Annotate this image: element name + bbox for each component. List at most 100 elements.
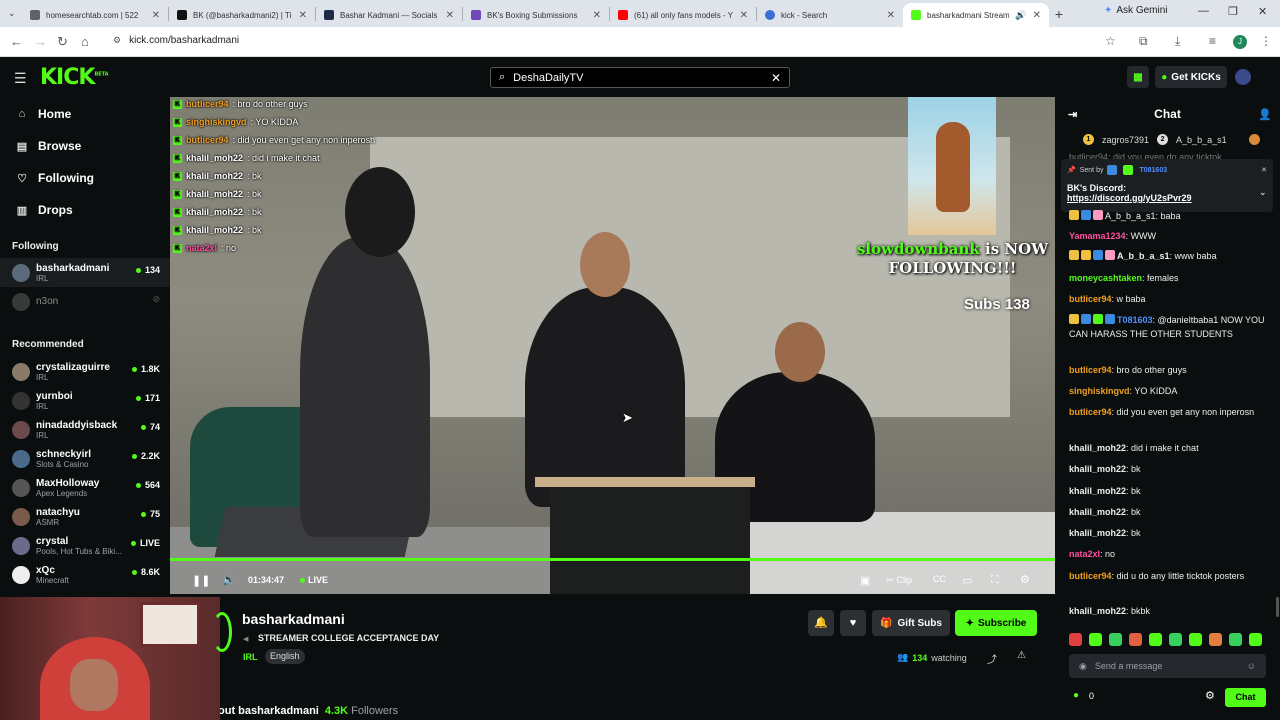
back-icon[interactable]: ← [10,34,23,49]
download-icon[interactable]: ⤓ [1175,34,1180,49]
browser-tab[interactable]: BK's Boxing Submissions ✕ [463,3,609,27]
live-indicator[interactable]: LIVE [300,575,328,585]
kick-logo[interactable]: KICKBETA [40,65,109,90]
captions-icon[interactable]: CC [933,574,946,584]
chat-settings-icon[interactable]: ⚙ [1205,689,1215,702]
forward-icon[interactable]: → [34,34,47,49]
recommended-channel[interactable]: ninadaddyisback IRL 74 [0,415,170,444]
gift-subs-button[interactable]: 🎁 Gift Subs [872,610,950,636]
recommended-channel[interactable]: schneckyirl Slots & Casino 2.2K [0,444,170,473]
leader-name[interactable]: zagros7391 [1102,135,1149,145]
unpin-icon[interactable]: ✕ [1261,166,1267,174]
site-info-icon[interactable]: ⚙ [113,35,121,46]
following-channel[interactable]: n3on ⊘ [0,287,170,316]
video-progress-bar[interactable] [170,558,1055,561]
emote-icon[interactable] [1109,633,1122,646]
chat-users-icon[interactable]: 👤 [1258,108,1272,121]
settings-gear-icon[interactable]: ⚙ [1020,573,1030,586]
channel-title[interactable]: basharkadmani [242,611,345,627]
get-kicks-button[interactable]: ● Get KICKs [1155,66,1227,88]
browser-tab[interactable]: homesearchtab.com | 522 ✕ [22,3,168,27]
kicks-balance-icon[interactable]: ● [1073,690,1079,701]
channel-category: IRL [36,273,49,283]
tab-audio-icon[interactable]: 🔊 [1015,10,1026,21]
send-chat-button[interactable]: Chat [1225,688,1266,707]
emote-icon[interactable] [1249,633,1262,646]
home-browser-icon[interactable]: ⌂ [81,34,89,49]
channel-avatar-ring[interactable] [212,612,232,652]
page-scrollbar[interactable] [1276,597,1279,617]
tab-close-icon[interactable]: ✕ [1033,10,1041,21]
tab-close-icon[interactable]: ✕ [887,10,895,21]
clip-button[interactable]: ✂ Clip [886,575,912,586]
emote-icon[interactable] [1209,633,1222,646]
new-tab-button[interactable]: + [1049,6,1069,22]
ask-gemini-button[interactable]: ✦ Ask Gemini [1104,5,1168,16]
recommended-channel[interactable]: yurnboi IRL 171 [0,386,170,415]
recommended-channel[interactable]: crystal Pools, Hot Tubs & Biki... LIVE [0,531,170,560]
subscribe-button[interactable]: ✦ Subscribe [955,610,1037,636]
tab-close-icon[interactable]: ✕ [299,10,307,21]
expand-pin-icon[interactable]: ⌄ [1259,187,1267,198]
follow-heart-button[interactable]: ♥ [840,610,866,636]
recommended-channel[interactable]: xQc Minecraft 8.6K [0,560,170,589]
browser-tab[interactable]: BK (@basharkadmani2) | Ti ✕ [169,3,315,27]
leader-name[interactable]: A_b_b_a_s1 [1176,135,1227,145]
browser-tab[interactable]: (61) all only fans models - Y ✕ [610,3,756,27]
chat-message-input[interactable]: ◉ Send a message ☺ [1069,654,1266,678]
emote-icon[interactable] [1169,633,1182,646]
emote-icon[interactable] [1069,633,1082,646]
pinned-link[interactable]: https://discord.gg/yU2sPvr29 [1067,193,1267,203]
close-window-icon[interactable]: ✕ [1258,5,1267,18]
browser-menu-icon[interactable]: ⋮ [1260,34,1272,48]
browser-tab-active[interactable]: basharkadmani Stream 🔊 ✕ [903,3,1049,27]
emoji-icon[interactable]: ☺ [1247,661,1256,671]
tab-close-icon[interactable]: ✕ [740,10,748,21]
tab-close-icon[interactable]: ✕ [152,10,160,21]
url-field[interactable]: ⚙ kick.com/basharkadmani [113,35,239,46]
extensions-icon[interactable]: ⧉ [1139,34,1148,49]
sidebar-item-drops[interactable]: ▥ Drops [0,194,170,226]
theater-mode-icon[interactable]: ▣ [860,574,870,587]
pause-icon[interactable]: ❚❚ [192,574,210,587]
sidebar-item-home[interactable]: ⌂ Home [0,98,170,130]
share-icon[interactable]: ⤴ [987,651,997,666]
emote-icon[interactable] [1149,633,1162,646]
browser-tab[interactable]: kick - Search ✕ [757,3,903,27]
collapse-chat-icon[interactable]: ⇥ [1068,108,1077,121]
recommended-channel[interactable]: crystalizaguirre IRL 1.8K [0,357,170,386]
tab-list-icon[interactable]: ⌄ [8,8,22,19]
user-avatar[interactable] [1235,69,1251,85]
emote-icon[interactable] [1229,633,1242,646]
bookmark-star-icon[interactable]: ☆ [1105,34,1116,48]
emote-icon[interactable] [1089,633,1102,646]
language-tag[interactable]: English [265,649,305,664]
media-queue-icon[interactable]: ≡ [1209,34,1216,48]
video-player[interactable]: Kbutlicer94: bro do other guys Ksinghisk… [170,97,1055,594]
miniplayer-icon[interactable]: ▭ [962,574,972,587]
sidebar-item-browse[interactable]: ▤ Browse [0,130,170,162]
browser-tab[interactable]: Bashar Kadmani — Socials ✕ [316,3,462,27]
drops-button[interactable]: ▦ [1127,66,1149,88]
search-input[interactable]: ⌕ DeshaDailyTV ✕ [490,67,790,88]
recommended-channel[interactable]: MaxHolloway Apex Legends 564 [0,473,170,502]
clear-search-icon[interactable]: ✕ [771,71,781,85]
fullscreen-icon[interactable]: ⛶ [991,574,999,587]
emote-icon[interactable] [1129,633,1142,646]
minimize-icon[interactable]: — [1198,5,1209,17]
following-channel[interactable]: basharkadmani IRL 134 [0,258,170,287]
sidebar-item-following[interactable]: ♡ Following [0,162,170,194]
hamburger-menu-icon[interactable]: ☰ [14,70,27,87]
pinned-message[interactable]: 📌 Sent by T081603 ✕ BK's Discord: https://d… [1061,159,1273,212]
emote-icon[interactable] [1189,633,1202,646]
tab-close-icon[interactable]: ✕ [446,10,454,21]
volume-icon[interactable]: 🔈 [222,573,236,586]
recommended-channel[interactable]: natachyu ASMR 75 [0,502,170,531]
restore-icon[interactable]: ❐ [1228,5,1238,18]
category-tag[interactable]: IRL [243,652,258,662]
notification-bell-button[interactable]: 🔔 [808,610,834,636]
tab-close-icon[interactable]: ✕ [593,10,601,21]
report-icon[interactable]: ⚠ [1017,650,1026,661]
profile-avatar[interactable]: J [1233,35,1247,49]
reload-icon[interactable]: ↻ [57,34,68,50]
